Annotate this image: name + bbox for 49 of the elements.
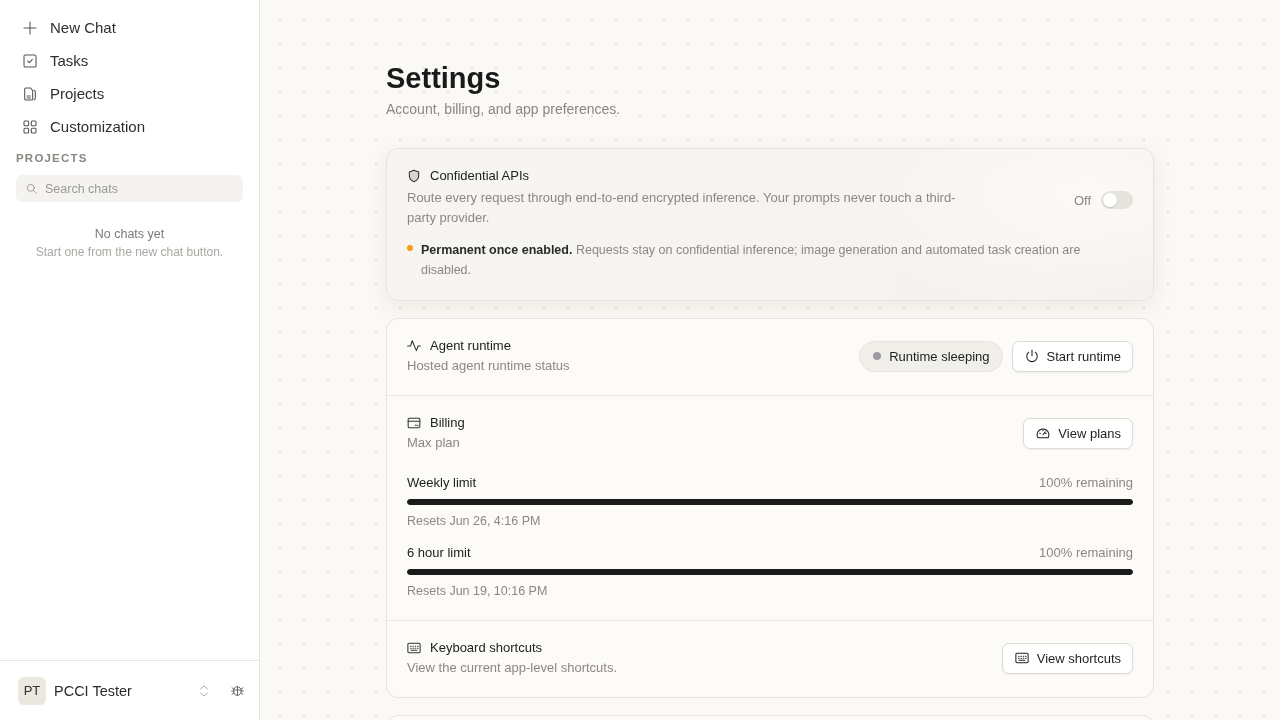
section-heading: PROJECTS (16, 151, 89, 165)
power-icon (1024, 349, 1039, 363)
pulse-icon (407, 339, 421, 353)
limit-label: Weekly limit (407, 474, 477, 492)
plus-icon (22, 19, 38, 36)
status-dot-icon (873, 352, 882, 360)
chevron-up-down-icon[interactable] (200, 684, 208, 697)
user-name: PCCI Tester (54, 682, 133, 699)
view-shortcuts-button[interactable]: View shortcuts (1001, 642, 1133, 674)
toggle-label: Off (1073, 192, 1091, 208)
credit-card-icon (407, 416, 421, 430)
search-icon (26, 183, 37, 194)
keyboard-icon (1014, 651, 1029, 665)
files-icon (22, 85, 38, 102)
grid-icon (22, 118, 38, 135)
search-field[interactable]: Search chats (16, 175, 243, 202)
sidebar-item[interactable]: Customization (14, 110, 245, 143)
avatar-initials: PT (18, 676, 46, 705)
section-description: Max plan (407, 434, 461, 452)
section-description: Route every request through end-to-end encrypted inference. Your prompts never touch a third-party provider. (407, 189, 957, 227)
empty-state-hint: Start one from the new chat button. (35, 244, 224, 260)
keyboard-icon (407, 641, 421, 655)
bug-icon[interactable] (231, 684, 244, 697)
status-label: Runtime sleeping (889, 348, 990, 364)
shield-icon (407, 169, 421, 183)
start-runtime-button[interactable]: Start runtime (1011, 340, 1133, 372)
empty-state-title: No chats yet (94, 226, 165, 242)
section-description: Hosted agent runtime status (407, 357, 570, 375)
limit-reading: 100% remaining (1039, 474, 1133, 492)
section-title: Agent runtime (430, 337, 511, 355)
section-title: Keyboard shortcuts (430, 639, 542, 657)
sidebar-item[interactable]: Projects (14, 77, 245, 110)
checkbox-icon (22, 52, 38, 69)
limit-label: 6 hour limit (407, 544, 471, 562)
sidebar-item[interactable]: Tasks (14, 44, 245, 77)
gauge-icon (1036, 426, 1051, 440)
toggle-switch[interactable] (1101, 191, 1133, 209)
limit-reading: 100% remaining (1039, 544, 1133, 562)
section-title: Billing (430, 414, 465, 432)
section-title: Confidential APIs (430, 167, 529, 185)
warning-dot-icon (407, 245, 413, 251)
reset-time: Resets Jun 19, 10:16 PM (407, 583, 549, 600)
section-description: View the current app-level shortcuts. (407, 659, 618, 677)
page-subtitle: Account, billing, and app preferences. (386, 100, 622, 119)
page-title: Settings (386, 61, 502, 96)
reset-time: Resets Jun 26, 4:16 PM (407, 513, 542, 530)
view-plans-button[interactable]: View plans (1023, 417, 1133, 449)
notice-text: Permanent once enabled. Requests stay on confidential inference; image generation and automated task creation are disabled. (421, 242, 1082, 279)
sidebar-item[interactable]: New Chat (14, 11, 245, 44)
